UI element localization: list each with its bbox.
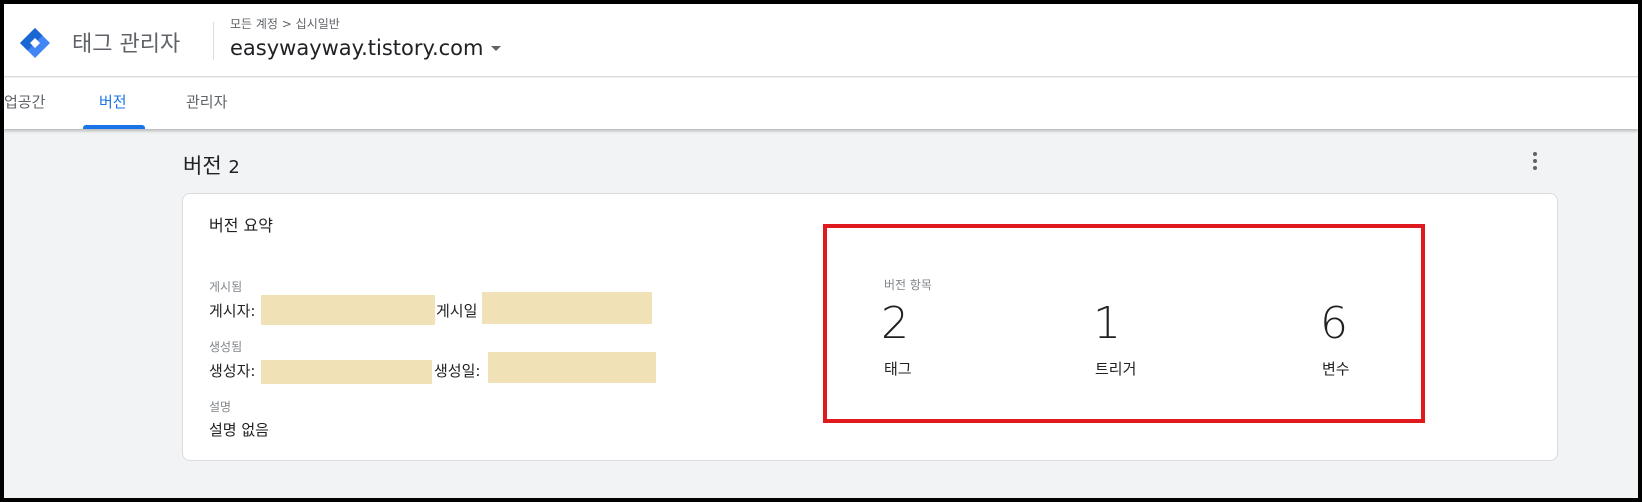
more-options-icon[interactable] — [1524, 150, 1546, 172]
description-label: 설명 — [209, 400, 232, 414]
caret-down-icon — [491, 45, 502, 51]
tag-manager-logo-icon[interactable] — [18, 26, 52, 60]
breadcrumb[interactable]: 모든 계정 > 십시일반 — [230, 15, 340, 32]
redacted-creator — [261, 360, 432, 384]
description-value: 설명 없음 — [209, 421, 269, 439]
page-title-label: 버전 — [183, 154, 222, 178]
container-selector[interactable]: easywayway.tistory.com — [230, 36, 502, 60]
redacted-create-date — [488, 352, 656, 383]
product-name: 태그 관리자 — [72, 32, 181, 57]
published-date-label: 게시일 — [436, 302, 478, 320]
container-name: easywayway.tistory.com — [230, 36, 484, 60]
app-window: 태그 관리자 모든 계정 > 십시일반 easywayway.tistory.c… — [4, 4, 1638, 498]
page-title: 버전 2 — [183, 150, 240, 180]
redacted-publisher — [261, 295, 435, 325]
created-by-label: 생성자: — [209, 362, 256, 380]
created-label: 생성됨 — [209, 340, 243, 354]
tab-versions[interactable]: 버전 — [99, 78, 127, 129]
active-tab-indicator — [83, 125, 145, 129]
header-divider — [213, 22, 214, 60]
published-by-label: 게시자: — [209, 302, 256, 320]
published-label: 게시됨 — [209, 280, 243, 294]
created-date-label: 생성일: — [434, 362, 481, 380]
top-header: 태그 관리자 모든 계정 > 십시일반 easywayway.tistory.c… — [4, 4, 1638, 77]
tab-admin[interactable]: 관리자 — [186, 78, 227, 129]
tab-workspace[interactable]: 업공간 — [4, 78, 45, 129]
version-number: 2 — [228, 157, 240, 178]
tab-bar: 업공간 버전 관리자 — [4, 78, 1638, 129]
redacted-publish-date — [482, 292, 652, 324]
highlight-annotation-box — [823, 224, 1425, 423]
card-title: 버전 요약 — [209, 216, 273, 235]
